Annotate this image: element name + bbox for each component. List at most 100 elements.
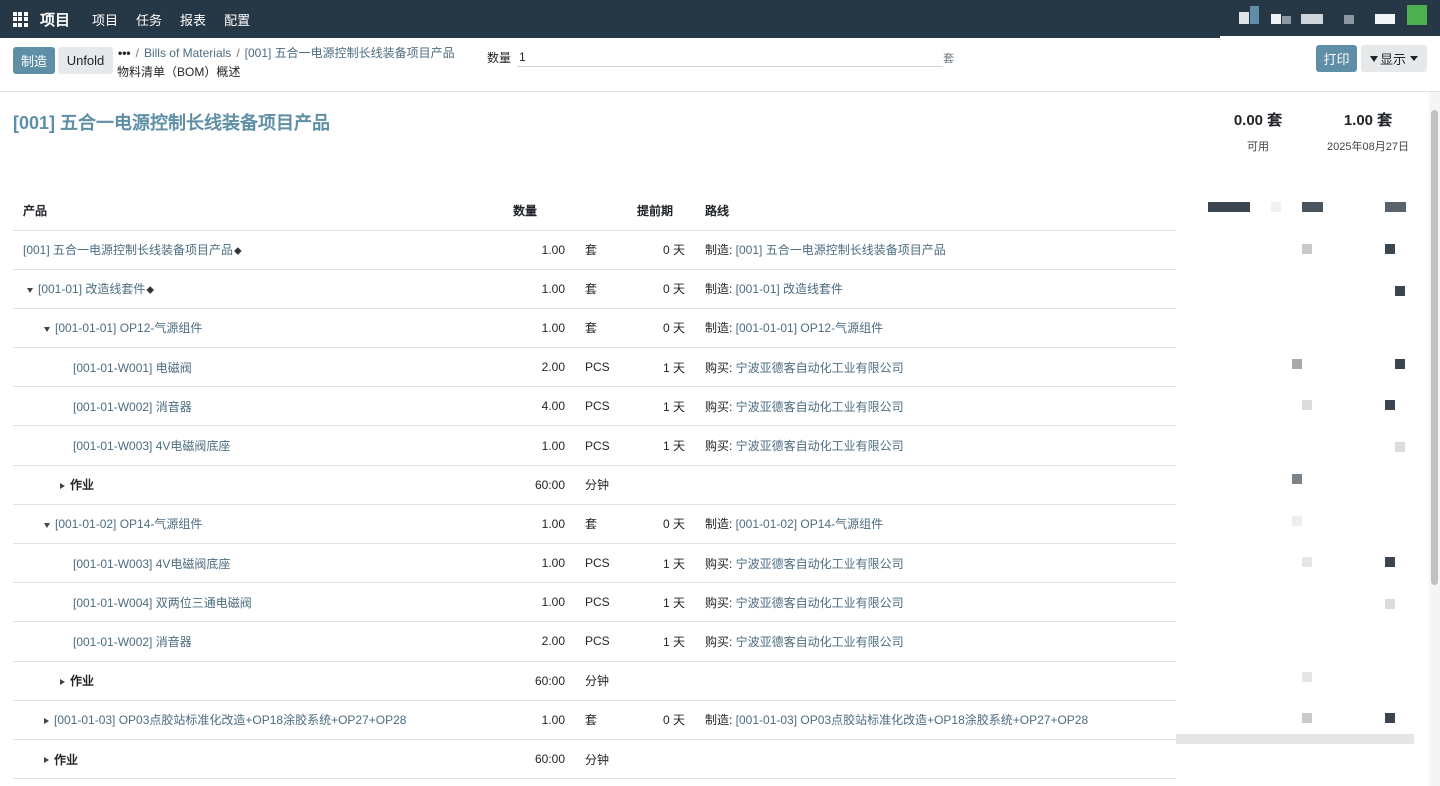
display-dropdown[interactable]: 显示 <box>1361 45 1427 72</box>
qty-cell: 1.00 <box>513 230 575 270</box>
forecast-stat: 1.00 套 2025年08月27日 <box>1318 109 1418 154</box>
unfold-button[interactable]: Unfold <box>58 47 113 74</box>
menu-reports[interactable]: 报表 <box>180 10 206 29</box>
obscured-columns <box>1176 192 1429 786</box>
print-button[interactable]: 打印 <box>1316 45 1357 72</box>
route-link[interactable]: 宁波亚德客自动化工业有限公司 <box>736 400 904 414</box>
product-link[interactable]: [001-01-W002] 消音器 <box>73 635 192 649</box>
uom-cell: 套 <box>575 504 637 545</box>
redacted-block <box>1292 359 1302 369</box>
operations-label[interactable]: 作业 <box>70 674 94 688</box>
systray-icon[interactable] <box>1282 16 1291 24</box>
redacted-block <box>1302 557 1312 567</box>
product-link[interactable]: [001] 五合一电源控制长线装备项目产品 <box>23 243 233 257</box>
report-content: [001] 五合一电源控制长线装备项目产品 0.00 套 可用 1.00 套 2… <box>0 92 1440 786</box>
qty-cell: 60:00 <box>513 739 575 780</box>
caret-right-icon[interactable] <box>44 757 49 764</box>
route-cell: 购买: 宁波亚德客自动化工业有限公司 <box>695 543 1176 584</box>
systray-icon[interactable] <box>1250 6 1259 24</box>
route-link[interactable]: [001] 五合一电源控制长线装备项目产品 <box>736 243 946 257</box>
qty-cell: 1.00 <box>513 700 575 740</box>
route-link[interactable]: 宁波亚德客自动化工业有限公司 <box>736 635 904 649</box>
route-cell: 制造: [001] 五合一电源控制长线装备项目产品 <box>695 230 1176 270</box>
breadcrumb-bom-list[interactable]: Bills of Materials <box>144 46 231 60</box>
lead-cell: 0 天 <box>637 230 695 270</box>
product-link[interactable]: [001-01-W003] 4V电磁阀底座 <box>73 439 230 453</box>
redacted-block <box>1395 286 1405 296</box>
systray-icon[interactable] <box>1271 14 1281 24</box>
redacted-block <box>1208 202 1250 212</box>
menu-projects[interactable]: 项目 <box>92 10 118 29</box>
lead-cell: 0 天 <box>637 308 695 349</box>
table-row: 作业 60:00 分钟 <box>13 465 1176 505</box>
header-route: 路线 <box>695 192 1176 231</box>
product-cell: 作业 <box>13 661 513 701</box>
redacted-block <box>1385 400 1395 410</box>
product-link[interactable]: [001-01-03] OP03点胶站标准化改造+OP18涂胶系统+OP27+O… <box>54 713 406 727</box>
lead-cell: 1 天 <box>637 347 695 388</box>
route-link[interactable]: 宁波亚德客自动化工业有限公司 <box>736 439 904 453</box>
product-link[interactable]: [001-01-W003] 4V电磁阀底座 <box>73 557 230 571</box>
route-link[interactable]: [001-01] 改造线套件 <box>736 282 843 296</box>
product-link[interactable]: [001-01-W004] 双两位三通电磁阀 <box>73 596 252 610</box>
route-link[interactable]: 宁波亚德客自动化工业有限公司 <box>736 361 904 375</box>
route-cell: 购买: 宁波亚德客自动化工业有限公司 <box>695 621 1176 662</box>
route-link[interactable]: [001-01-02] OP14-气源组件 <box>736 517 883 531</box>
lead-cell: 1 天 <box>637 582 695 623</box>
lead-cell <box>637 465 695 505</box>
systray-icon[interactable] <box>1344 15 1354 24</box>
redacted-block <box>1385 713 1395 723</box>
manufacture-button[interactable]: 制造 <box>13 47 55 74</box>
product-link[interactable]: [001-01] 改造线套件 <box>38 282 145 296</box>
caret-down-icon[interactable] <box>27 287 33 293</box>
product-link[interactable]: [001-01-01] OP12-气源组件 <box>55 321 202 335</box>
menu-tasks[interactable]: 任务 <box>136 10 162 29</box>
quantity-input[interactable] <box>517 47 943 67</box>
caret-down-icon[interactable] <box>44 326 50 332</box>
menu-config[interactable]: 配置 <box>224 10 250 29</box>
caret-right-icon[interactable] <box>44 718 49 725</box>
product-link[interactable]: [001-01-02] OP14-气源组件 <box>55 517 202 531</box>
systray-icon[interactable] <box>1239 12 1249 24</box>
scrollbar-thumb[interactable] <box>1431 110 1438 585</box>
route-prefix: 购买: <box>705 556 736 571</box>
operations-label[interactable]: 作业 <box>54 753 78 767</box>
breadcrumb-product[interactable]: [001] 五合一电源控制长线装备项目产品 <box>245 46 455 60</box>
table-row: [001-01-02] OP14-气源组件 1.00 套 0 天 制造: [00… <box>13 504 1176 545</box>
available-label: 可用 <box>1247 141 1269 153</box>
product-cell: [001-01-W004] 双两位三通电磁阀 <box>13 582 513 623</box>
route-link[interactable]: [001-01-01] OP12-气源组件 <box>736 321 883 335</box>
lead-cell: 0 天 <box>637 700 695 740</box>
operations-label[interactable]: 作业 <box>70 478 94 492</box>
product-link[interactable]: [001-01-W002] 消音器 <box>73 400 192 414</box>
available-qty: 0.00 套 <box>1233 112 1283 129</box>
caret-right-icon[interactable] <box>60 678 65 685</box>
apps-menu-icon[interactable] <box>0 0 40 38</box>
breadcrumb-more[interactable]: ••• <box>118 46 131 60</box>
systray-icon[interactable] <box>1375 14 1395 24</box>
user-avatar[interactable] <box>1407 5 1427 25</box>
product-link[interactable]: [001-01-W001] 电磁阀 <box>73 361 192 375</box>
app-brand[interactable]: 项目 <box>40 9 70 30</box>
table-row: [001-01-W003] 4V电磁阀底座 1.00 PCS 1 天 购买: 宁… <box>13 543 1176 584</box>
header-lead-time: 提前期 <box>637 192 695 231</box>
caret-right-icon[interactable] <box>60 483 65 490</box>
qty-cell: 1.00 <box>513 425 575 466</box>
vertical-scrollbar[interactable] <box>1429 92 1440 786</box>
horizontal-scrollbar[interactable] <box>1176 734 1414 744</box>
route-link[interactable]: 宁波亚德客自动化工业有限公司 <box>736 596 904 610</box>
route-link[interactable]: [001-01-03] OP03点胶站标准化改造+OP18涂胶系统+OP27+O… <box>736 713 1088 727</box>
table-row: [001-01-W004] 双两位三通电磁阀 1.00 PCS 1 天 购买: … <box>13 582 1176 623</box>
systray-icon[interactable] <box>1301 14 1323 24</box>
available-stat: 0.00 套 可用 <box>1218 109 1298 154</box>
route-prefix: 制造: <box>705 243 736 258</box>
route-link[interactable]: 宁波亚德客自动化工业有限公司 <box>736 557 904 571</box>
lead-cell: 1 天 <box>637 621 695 662</box>
lead-cell <box>637 661 695 701</box>
forecast-date: 2025年08月27日 <box>1327 141 1409 153</box>
table-row: [001] 五合一电源控制长线装备项目产品⬥ 1.00 套 0 天 制造: [0… <box>13 230 1176 270</box>
route-cell: 购买: 宁波亚德客自动化工业有限公司 <box>695 425 1176 466</box>
route-prefix: 制造: <box>705 282 736 297</box>
caret-down-icon[interactable] <box>44 522 50 528</box>
quantity-label: 数量 <box>487 51 512 65</box>
